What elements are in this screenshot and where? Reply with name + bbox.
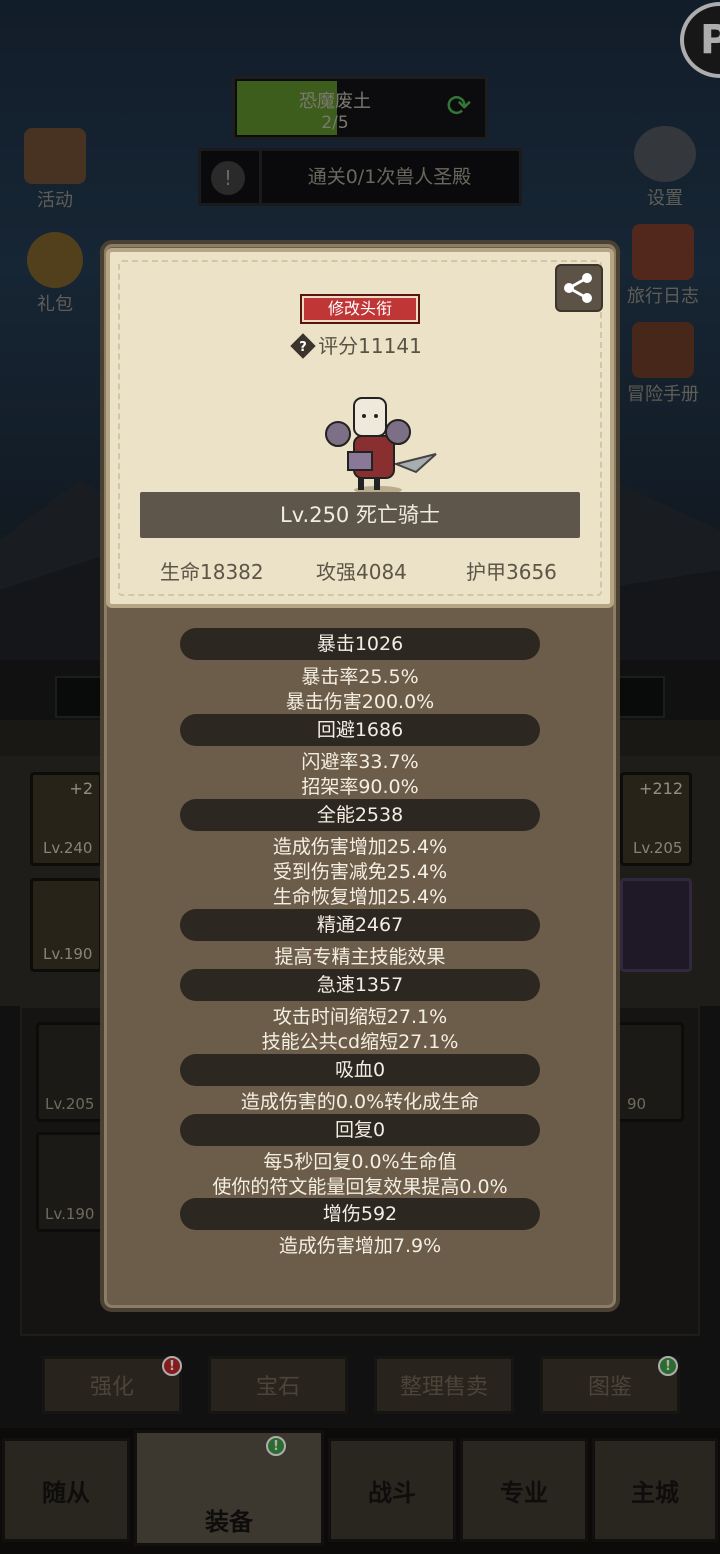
attack-stat: 攻强4084 bbox=[316, 560, 407, 584]
character-name-plate: Lv.250 死亡骑士 bbox=[140, 492, 580, 538]
stat-line: 造成伤害增加7.9% bbox=[278, 1235, 442, 1257]
stat-line: 技能公共cd缩短27.1% bbox=[261, 1031, 459, 1053]
stat-line: 使你的符文能量回复效果提高0.0% bbox=[212, 1176, 508, 1198]
share-button[interactable] bbox=[555, 264, 603, 312]
stat-header-haste: 急速1357 bbox=[180, 969, 540, 1001]
stat-header-avoidance: 回避1686 bbox=[180, 714, 540, 746]
stat-header-mastery: 精通2467 bbox=[180, 909, 540, 941]
stat-line: 暴击伤害200.0% bbox=[285, 691, 435, 713]
stat-line: 生命恢复增加25.4% bbox=[272, 886, 448, 908]
stat-header-regen: 回复0 bbox=[180, 1114, 540, 1146]
stat-header-lifesteal: 吸血0 bbox=[180, 1054, 540, 1086]
stat-line: 受到伤害减免25.4% bbox=[272, 861, 448, 883]
stat-line: 提高专精主技能效果 bbox=[274, 946, 446, 968]
stat-header-crit: 暴击1026 bbox=[180, 628, 540, 660]
rename-title-button[interactable]: 修改头衔 bbox=[300, 294, 420, 324]
stat-header-damage-bonus: 增伤592 bbox=[180, 1198, 540, 1230]
stat-header-versatility: 全能2538 bbox=[180, 799, 540, 831]
stat-line: 招架率90.0% bbox=[301, 776, 419, 798]
stat-line: 造成伤害增加25.4% bbox=[272, 836, 448, 858]
hero-portrait bbox=[325, 397, 437, 494]
stat-line: 每5秒回复0.0%生命值 bbox=[263, 1151, 457, 1173]
stat-line: 攻击时间缩短27.1% bbox=[272, 1006, 448, 1028]
hp-stat: 生命18382 bbox=[160, 560, 264, 584]
stat-line: 造成伤害的0.0%转化成生命 bbox=[240, 1091, 480, 1113]
stat-line: 暴击率25.5% bbox=[301, 666, 419, 688]
share-icon bbox=[564, 273, 592, 303]
stat-line: 闪避率33.7% bbox=[301, 751, 419, 773]
armor-stat: 护甲3656 bbox=[466, 560, 557, 584]
score-text: 评分11141 bbox=[318, 334, 422, 358]
